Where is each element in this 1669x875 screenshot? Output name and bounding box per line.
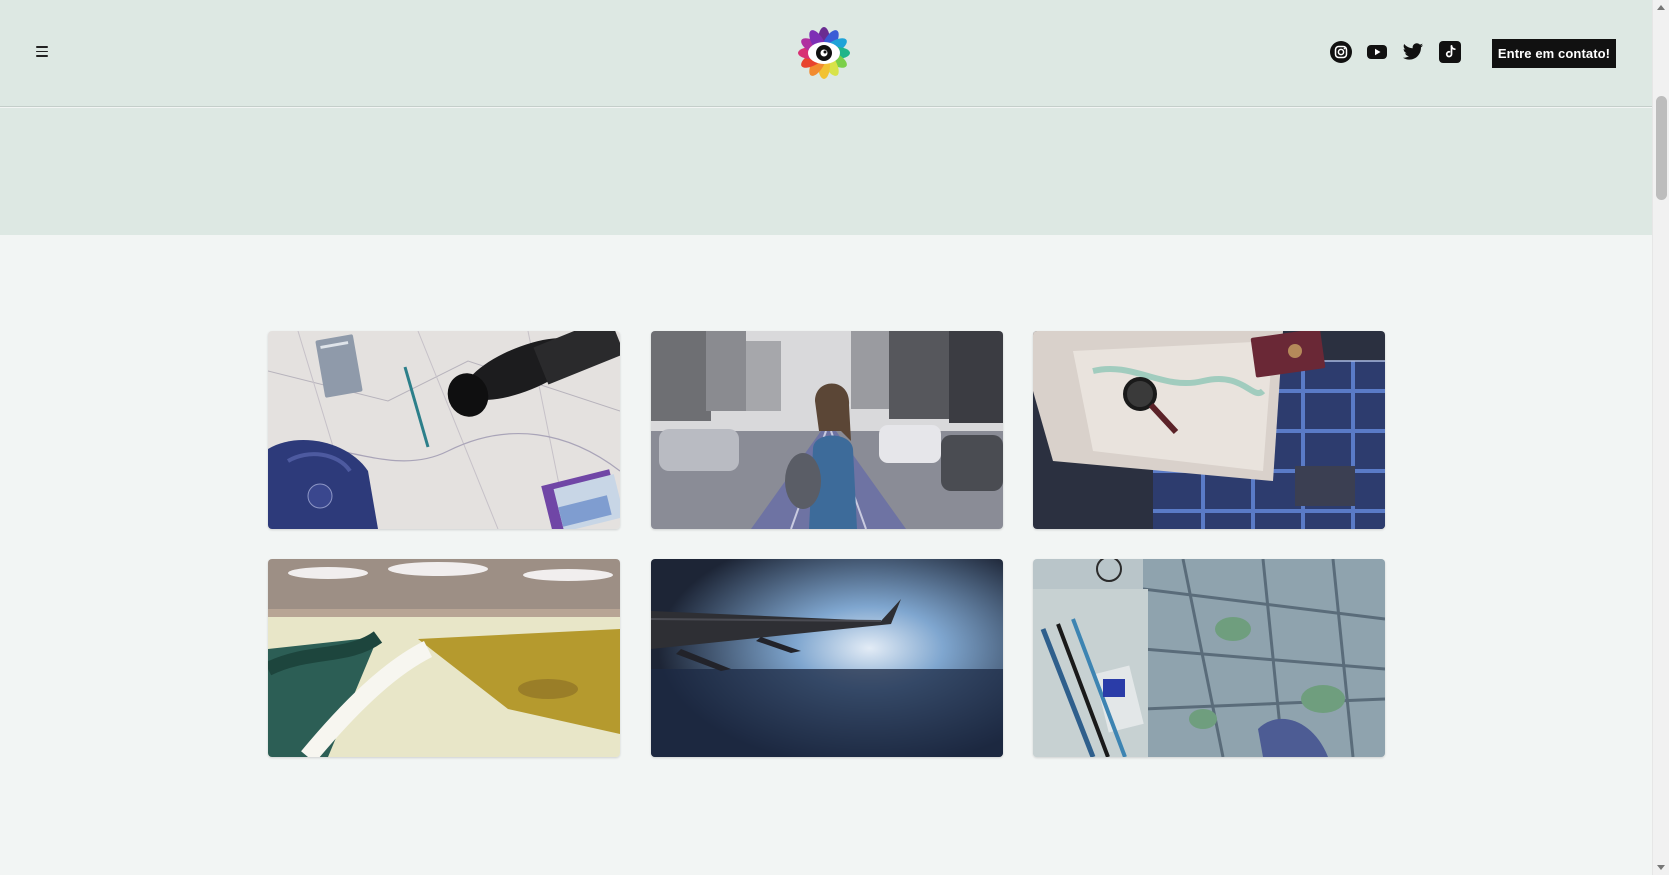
scroll-up-arrow-icon[interactable] <box>1657 5 1665 10</box>
scroll-down-arrow-icon[interactable] <box>1657 865 1665 870</box>
image-gallery <box>268 331 1385 757</box>
tiktok-icon[interactable] <box>1439 41 1461 63</box>
gallery-image-map-suitcase[interactable] <box>1033 331 1385 529</box>
gallery-image-aerial-lake[interactable] <box>268 559 620 757</box>
hero-band <box>0 108 1652 235</box>
twitter-icon[interactable] <box>1402 41 1424 63</box>
gallery-image-map-camera[interactable] <box>268 331 620 529</box>
gallery-image-woman-street[interactable] <box>651 331 1003 529</box>
instagram-icon[interactable] <box>1330 41 1352 63</box>
youtube-icon[interactable] <box>1366 41 1388 63</box>
site-header: Entre em contato! <box>0 0 1652 107</box>
gallery-image-airplane-wing[interactable] <box>651 559 1003 757</box>
eye-flower-logo[interactable] <box>796 25 852 81</box>
vertical-scrollbar[interactable] <box>1652 0 1669 875</box>
hamburger-menu-icon[interactable] <box>36 46 50 58</box>
gallery-image-city-map-pens[interactable] <box>1033 559 1385 757</box>
scroll-thumb[interactable] <box>1656 96 1667 200</box>
page: Entre em contato! <box>0 0 1652 875</box>
contact-button[interactable]: Entre em contato! <box>1492 39 1616 68</box>
